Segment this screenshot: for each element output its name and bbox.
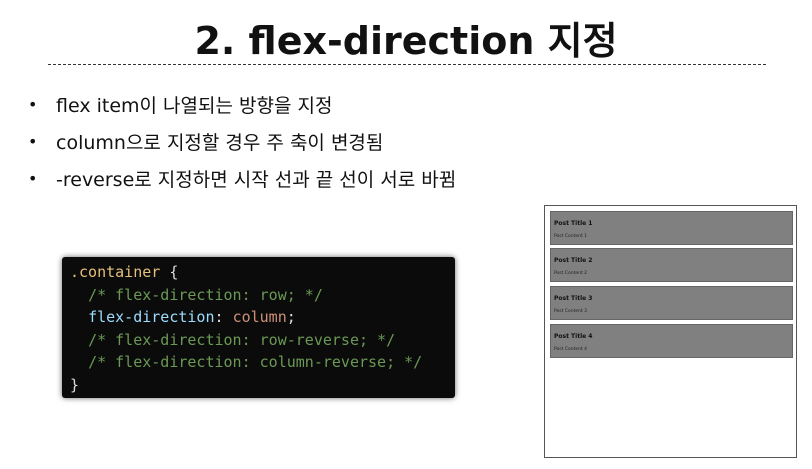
bullet-item: • flex item이 나열되는 방향을 지정 <box>28 86 456 123</box>
post-card: Post Title 2 Post Content 2 <box>550 248 793 282</box>
post-title: Post Title 4 <box>554 333 593 340</box>
post-content: Post Content 2 <box>554 271 588 276</box>
post-title: Post Title 2 <box>554 257 593 264</box>
code-line: /* flex-direction: row; */ <box>70 284 455 307</box>
code-property: flex-direction <box>88 308 215 326</box>
code-comment: /* flex-direction: row-reverse; */ <box>88 330 396 349</box>
code-close-brace: } <box>70 375 80 394</box>
bullet-text: column으로 지정할 경우 주 축이 변경됨 <box>56 132 384 154</box>
post-title: Post Title 3 <box>554 295 593 302</box>
code-comment: /* flex-direction: row; */ <box>88 285 323 304</box>
code-open-brace: { <box>160 263 179 281</box>
code-line: /* flex-direction: row-reverse; */ <box>70 329 455 352</box>
post-title: Post Title 1 <box>554 220 593 227</box>
post-content: Post Content 1 <box>554 234 588 239</box>
post-content: Post Content 4 <box>554 347 588 352</box>
code-comment: /* flex-direction: column-reverse; */ <box>88 353 423 371</box>
bullet-text: -reverse로 지정하면 시작 선과 끝 선이 서로 바뀜 <box>56 169 457 191</box>
bullet-dot: • <box>28 95 38 114</box>
code-selector: .container <box>70 263 161 281</box>
post-card: Post Title 3 Post Content 3 <box>550 286 793 320</box>
bullet-item: • column으로 지정할 경우 주 축이 변경됨 <box>28 123 456 160</box>
bullet-text: flex item이 나열되는 방향을 지정 <box>56 95 333 117</box>
code-value: column <box>232 308 287 326</box>
bullet-list: • flex item이 나열되는 방향을 지정 • column으로 지정할 … <box>28 86 456 197</box>
code-line: /* flex-direction: column-reverse; */ <box>70 351 455 374</box>
title-divider <box>48 64 766 65</box>
code-line: .container { <box>70 261 455 284</box>
browser-preview: Post Title 1 Post Content 1 Post Title 2… <box>544 205 797 458</box>
post-content: Post Content 3 <box>554 309 588 314</box>
post-card: Post Title 4 Post Content 4 <box>550 324 793 358</box>
bullet-dot: • <box>28 132 38 151</box>
code-line: flex-direction: column; <box>70 306 455 329</box>
post-card: Post Title 1 Post Content 1 <box>550 211 793 245</box>
bullet-item: • -reverse로 지정하면 시작 선과 끝 선이 서로 바뀜 <box>28 160 456 197</box>
code-colon: : <box>214 308 233 326</box>
code-line: } <box>70 374 455 397</box>
bullet-dot: • <box>28 169 38 188</box>
slide-title: 2. flex-direction 지정 <box>194 19 618 63</box>
code-block: .container { /* flex-direction: row; */ … <box>62 257 455 398</box>
code-semicolon: ; <box>286 308 296 326</box>
